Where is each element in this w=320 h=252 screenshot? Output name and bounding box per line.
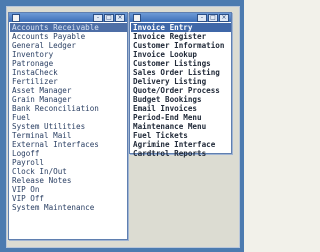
menu-item-terminal-mail[interactable]: Terminal Mail [10, 131, 127, 140]
menu-item-inventory[interactable]: Inventory [10, 50, 127, 59]
menu-item-release-notes[interactable]: Release Notes [10, 176, 127, 185]
menu-item-asset-manager[interactable]: Asset Manager [10, 86, 127, 95]
submenu-list[interactable]: Invoice Entry Invoice Register Customer … [130, 22, 231, 158]
submenu-item-cardtrol-reports[interactable]: Cardtrol Reports [131, 149, 231, 158]
menu-item-vip-on[interactable]: VIP On [10, 185, 127, 194]
menu-item-fertilizer[interactable]: Fertilizer [10, 77, 127, 86]
submenu-item-customer-information[interactable]: Customer Information [131, 41, 231, 50]
submenu-item-quote-order-process[interactable]: Quote/Order Process [131, 86, 231, 95]
submenu-window[interactable]: - □ × Invoice Entry Invoice Register Cus… [129, 12, 232, 158]
menu-item-external-interfaces[interactable]: External Interfaces [10, 140, 127, 149]
menu-item-payroll[interactable]: Payroll [10, 158, 127, 167]
submenu-item-invoice-register[interactable]: Invoice Register [131, 32, 231, 41]
submenu-item-budget-bookings[interactable]: Budget Bookings [131, 95, 231, 104]
menu-item-clock-in-out[interactable]: Clock In/Out [10, 167, 127, 176]
submenu-item-period-end-menu[interactable]: Period-End Menu [131, 113, 231, 122]
minimize-button[interactable]: - [197, 14, 207, 22]
main-menu-list[interactable]: Accounts Receivable Accounts Payable Gen… [9, 22, 127, 212]
submenu-titlebar[interactable]: - □ × [130, 13, 231, 22]
minimize-button[interactable]: - [93, 14, 103, 22]
menu-item-system-utilities[interactable]: System Utilities [10, 122, 127, 131]
submenu-item-delivery-listing[interactable]: Delivery Listing [131, 77, 231, 86]
menu-item-accounts-payable[interactable]: Accounts Payable [10, 32, 127, 41]
menu-item-bank-reconciliation[interactable]: Bank Reconciliation [10, 104, 127, 113]
maximize-button[interactable]: □ [208, 14, 218, 22]
menu-item-instacheck[interactable]: InstaCheck [10, 68, 127, 77]
window-icon[interactable] [133, 14, 141, 22]
submenu-item-maintenance-menu[interactable]: Maintenance Menu [131, 122, 231, 131]
main-menu-titlebar[interactable]: - □ × [9, 13, 127, 22]
maximize-button[interactable]: □ [104, 14, 114, 22]
menu-item-logoff[interactable]: Logoff [10, 149, 127, 158]
close-button[interactable]: × [115, 14, 125, 22]
submenu-item-agrimine-interface[interactable]: Agrimine Interface [131, 140, 231, 149]
main-menu-window[interactable]: - □ × Accounts Receivable Accounts Payab… [8, 12, 128, 240]
submenu-item-customer-listings[interactable]: Customer Listings [131, 59, 231, 68]
window-icon[interactable] [12, 14, 20, 22]
close-button[interactable]: × [219, 14, 229, 22]
menu-item-patronage[interactable]: Patronage [10, 59, 127, 68]
menu-item-general-ledger[interactable]: General Ledger [10, 41, 127, 50]
menu-item-system-maintenance[interactable]: System Maintenance [10, 203, 127, 212]
menu-item-vip-off[interactable]: VIP Off [10, 194, 127, 203]
menu-item-accounts-receivable[interactable]: Accounts Receivable [10, 23, 127, 33]
submenu-item-invoice-entry[interactable]: Invoice Entry [131, 23, 231, 33]
menu-item-fuel[interactable]: Fuel [10, 113, 127, 122]
submenu-item-fuel-tickets[interactable]: Fuel Tickets [131, 131, 231, 140]
menu-item-grain-manager[interactable]: Grain Manager [10, 95, 127, 104]
submenu-item-email-invoices[interactable]: Email Invoices [131, 104, 231, 113]
submenu-item-sales-order-listing[interactable]: Sales Order Listing [131, 68, 231, 77]
submenu-item-invoice-lookup[interactable]: Invoice Lookup [131, 50, 231, 59]
